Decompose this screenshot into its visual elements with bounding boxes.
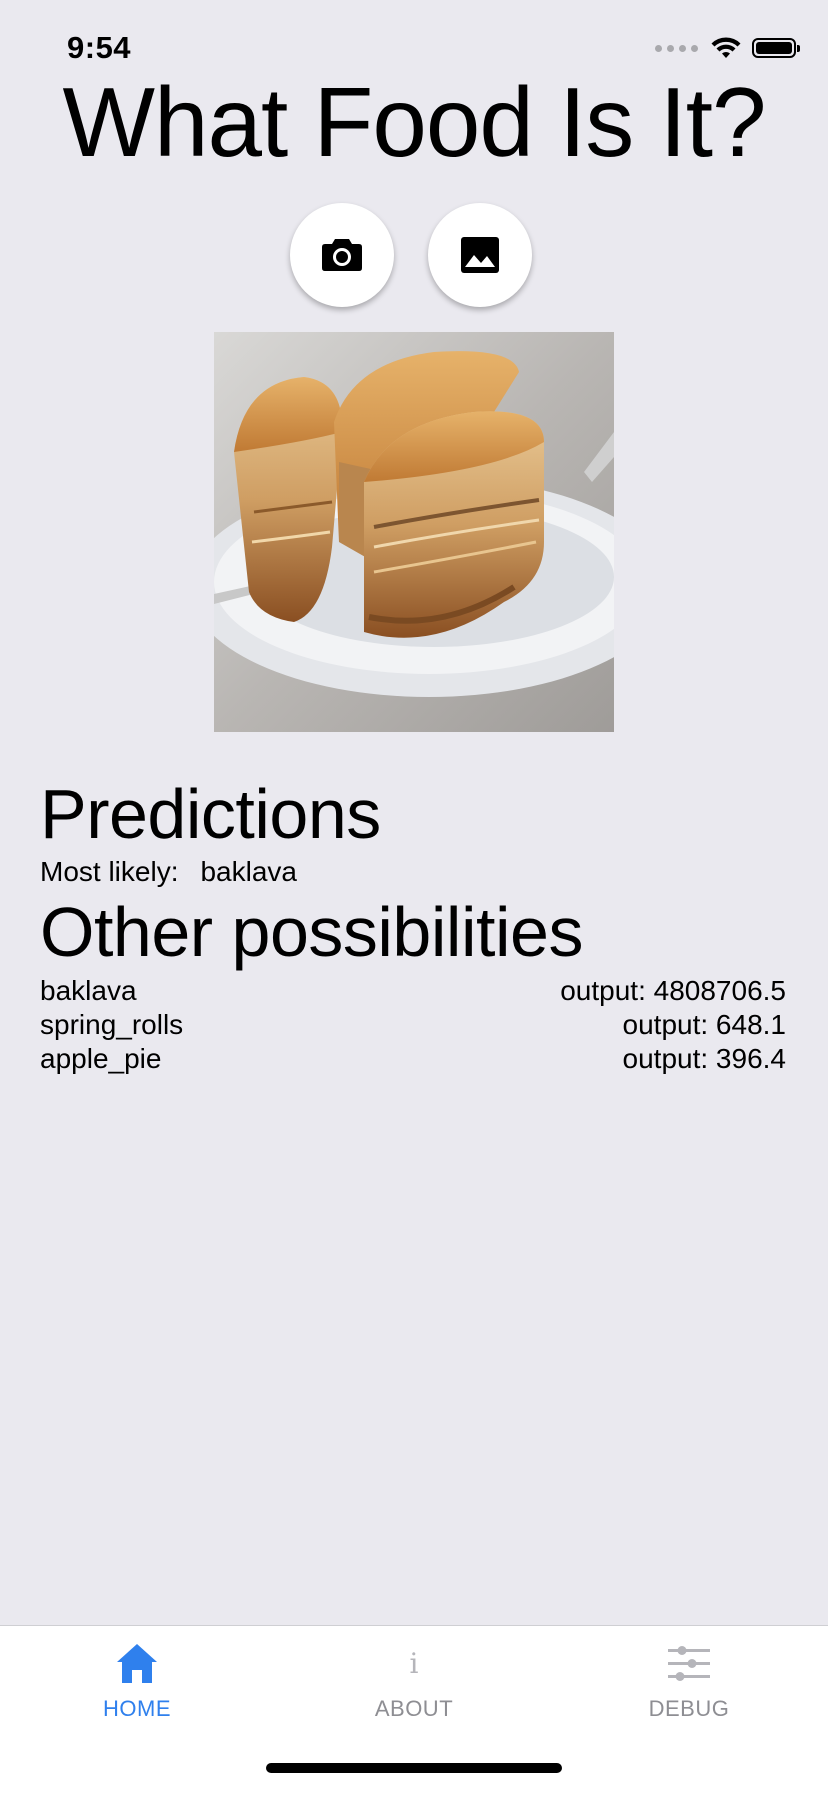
camera-icon (322, 239, 362, 271)
possibility-output: output: 396.4 (622, 1043, 786, 1074)
action-buttons (0, 203, 828, 307)
status-icons (655, 36, 800, 60)
home-indicator[interactable] (266, 1763, 562, 1773)
sliders-icon (668, 1646, 710, 1681)
battery-icon (752, 38, 800, 58)
camera-button[interactable] (290, 203, 394, 307)
most-likely-label: Most likely: (40, 856, 179, 887)
list-item: spring_rolls output: 648.1 (40, 1008, 786, 1042)
possibilities-list: baklava output: 4808706.5 spring_rolls o… (40, 974, 786, 1076)
list-item: apple_pie output: 396.4 (40, 1042, 786, 1076)
status-time: 9:54 (67, 30, 132, 65)
wifi-icon (711, 37, 741, 58)
possibility-label: baklava (40, 975, 137, 1006)
most-likely-row: Most likely: baklava (40, 856, 297, 888)
tab-debug[interactable]: DEBUG (589, 1638, 789, 1722)
info-icon: i (409, 1646, 419, 1680)
tab-home[interactable]: HOME (37, 1638, 237, 1722)
possibility-output: output: 648.1 (622, 1009, 786, 1040)
tab-about[interactable]: i ABOUT (314, 1638, 514, 1722)
cellular-signal-icon (655, 44, 698, 52)
other-possibilities-heading: Other possibilities (40, 893, 583, 971)
possibility-label: apple_pie (40, 1043, 162, 1074)
image-gallery-icon (461, 237, 499, 273)
possibility-output: output: 4808706.5 (560, 975, 786, 1006)
tab-about-label: ABOUT (374, 1696, 454, 1721)
predictions-heading: Predictions (40, 775, 381, 853)
tab-home-label: HOME (103, 1696, 171, 1721)
most-likely-value: baklava (200, 856, 297, 887)
tab-bar: HOME i ABOUT DEBUG (0, 1625, 828, 1793)
tab-debug-label: DEBUG (648, 1696, 730, 1721)
food-photo (214, 332, 614, 732)
gallery-button[interactable] (428, 203, 532, 307)
app-title: What Food Is It? (62, 67, 767, 177)
list-item: baklava output: 4808706.5 (40, 974, 786, 1008)
possibility-label: spring_rolls (40, 1009, 184, 1040)
home-icon (117, 1644, 157, 1683)
